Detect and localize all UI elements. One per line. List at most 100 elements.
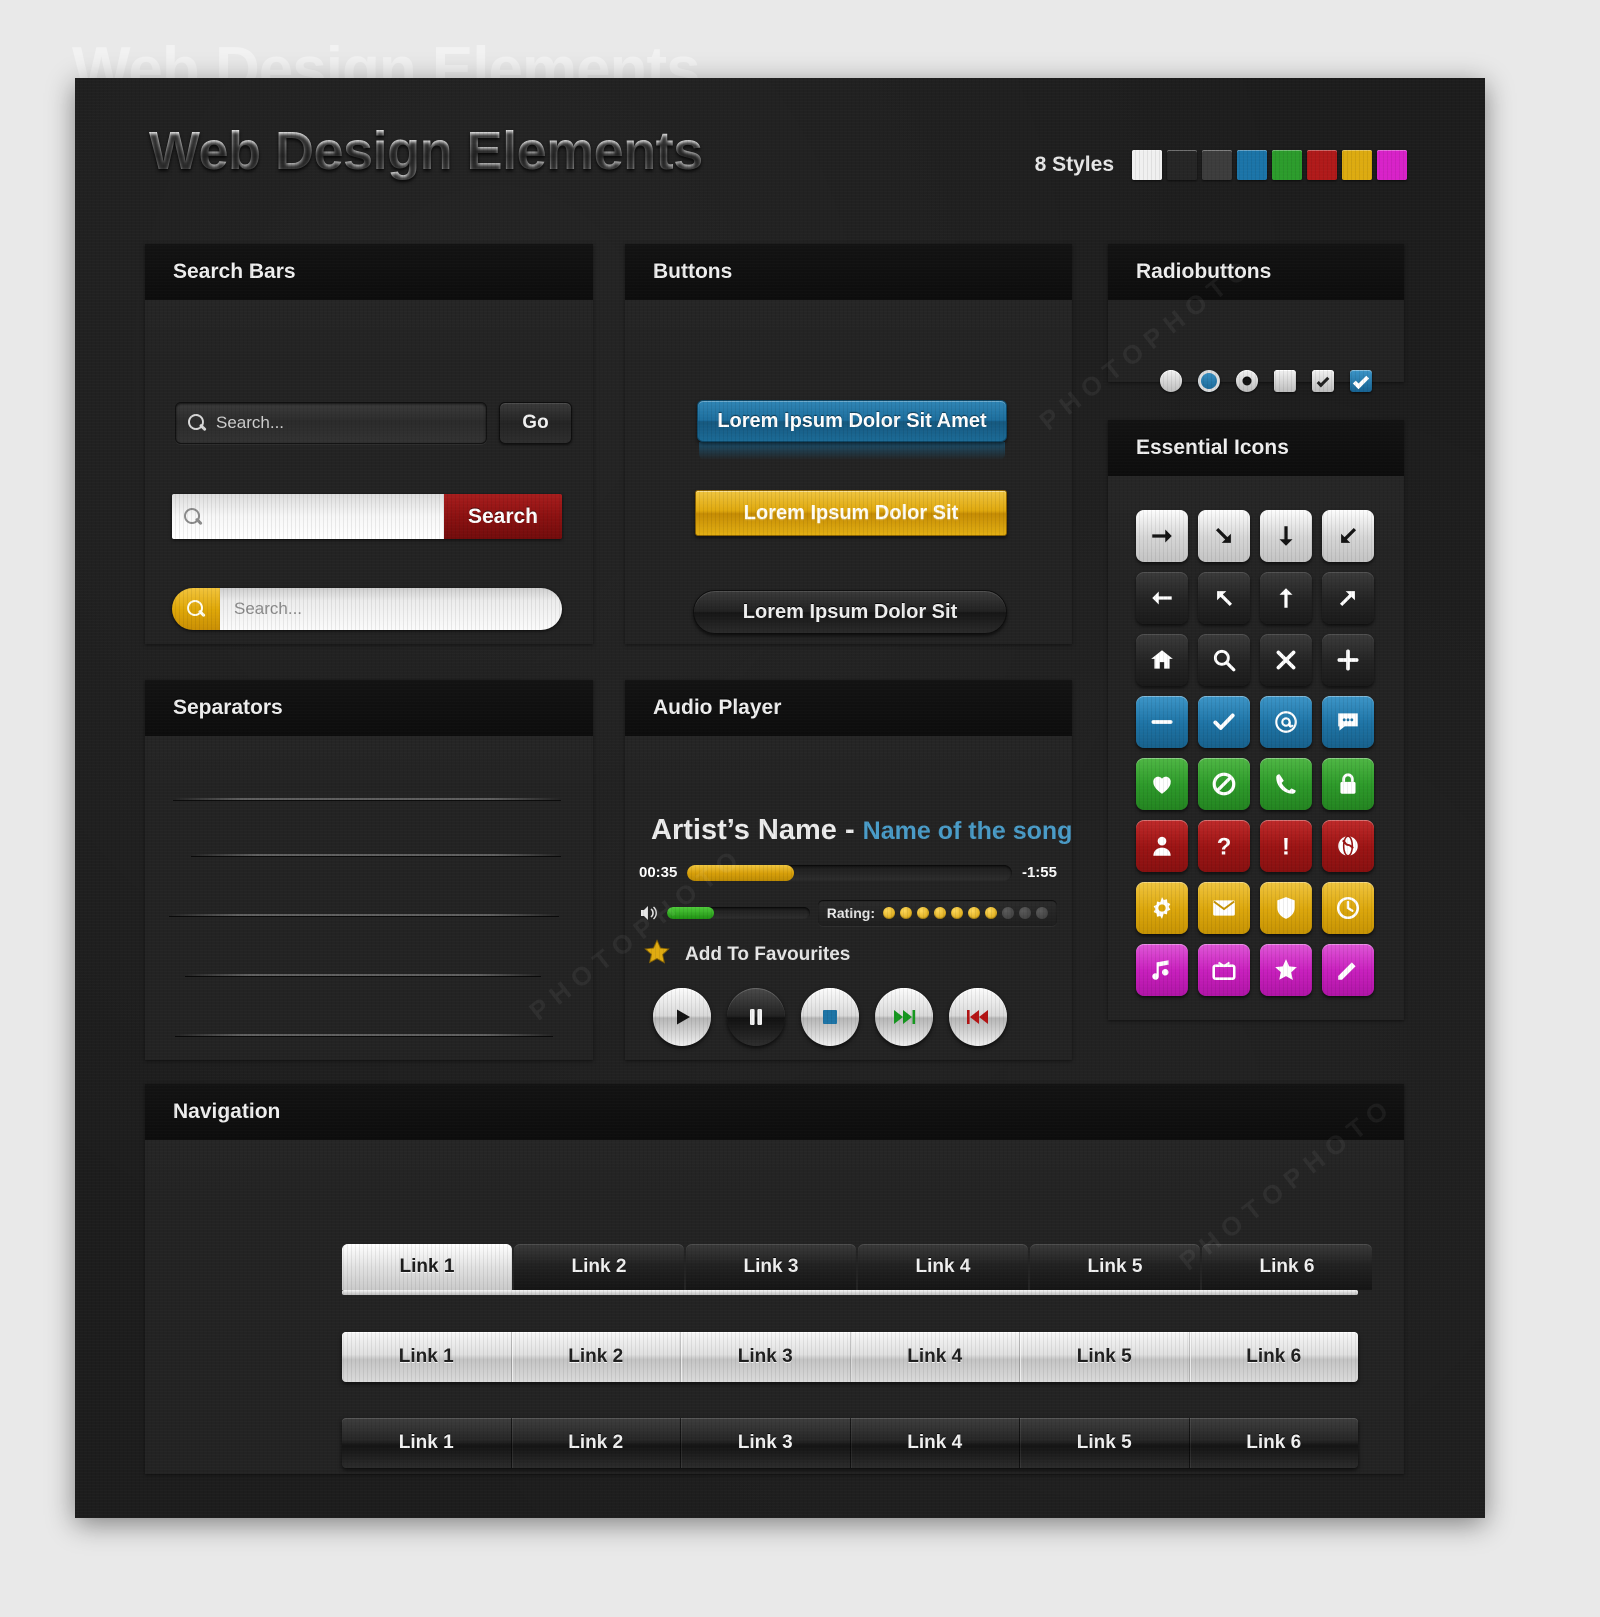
globe-icon[interactable] (1322, 820, 1374, 872)
svg-text:!: ! (1282, 834, 1290, 859)
style-swatch-4[interactable] (1237, 150, 1267, 180)
nav-dark-link-5[interactable]: Link 5 (1020, 1418, 1190, 1468)
search-input-light[interactable] (172, 494, 444, 539)
style-swatch-7[interactable] (1342, 150, 1372, 180)
style-swatch-6[interactable] (1307, 150, 1337, 180)
previous-button[interactable] (949, 988, 1007, 1046)
gear-icon[interactable] (1136, 882, 1188, 934)
pause-button[interactable] (727, 988, 785, 1046)
nav-tab-1[interactable]: Link 1 (342, 1244, 512, 1290)
rating-dot[interactable] (985, 907, 997, 919)
rating-dot[interactable] (1036, 907, 1048, 919)
style-swatch-2[interactable] (1167, 150, 1197, 180)
stop-button[interactable] (801, 988, 859, 1046)
forbidden-icon[interactable] (1198, 758, 1250, 810)
star-icon (643, 938, 671, 971)
question-mark-icon[interactable]: ? (1198, 820, 1250, 872)
nav-tab-3[interactable]: Link 3 (686, 1244, 856, 1290)
checkbox-checked-light[interactable] (1312, 370, 1334, 392)
exclamation-mark-icon[interactable]: ! (1260, 820, 1312, 872)
arrow-down-icon[interactable] (1260, 510, 1312, 562)
television-icon[interactable] (1198, 944, 1250, 996)
check-icon (1352, 372, 1370, 389)
at-icon[interactable] (1260, 696, 1312, 748)
seek-bar[interactable] (687, 864, 1012, 881)
checkbox-unchecked-light[interactable] (1274, 370, 1296, 392)
nav-light-link-5[interactable]: Link 5 (1020, 1332, 1190, 1382)
nav-light-link-4[interactable]: Link 4 (851, 1332, 1020, 1382)
user-icon[interactable] (1136, 820, 1188, 872)
chat-bubble-icon[interactable] (1322, 696, 1374, 748)
pencil-icon[interactable] (1322, 944, 1374, 996)
rating-dot[interactable] (934, 907, 946, 919)
envelope-icon[interactable] (1198, 882, 1250, 934)
primary-gold-button[interactable]: Lorem Ipsum Dolor Sit (695, 490, 1007, 536)
checkbox-checked-blue[interactable] (1350, 370, 1372, 392)
speaker-icon[interactable] (639, 904, 659, 922)
nav-dark-link-3[interactable]: Link 3 (681, 1418, 851, 1468)
rating-dot[interactable] (900, 907, 912, 919)
primary-dark-button[interactable]: Lorem Ipsum Dolor Sit (693, 590, 1007, 634)
star-icon[interactable] (1260, 944, 1312, 996)
heart-icon[interactable] (1136, 758, 1188, 810)
nav-dark-link-4[interactable]: Link 4 (851, 1418, 1020, 1468)
search-input-rounded[interactable]: Search... (220, 588, 562, 630)
nav-tab-5[interactable]: Link 5 (1030, 1244, 1200, 1290)
style-swatch-8[interactable] (1377, 150, 1407, 180)
plus-icon[interactable] (1322, 634, 1374, 686)
rating-dot[interactable] (951, 907, 963, 919)
nav-light-link-2[interactable]: Link 2 (512, 1332, 681, 1382)
style-swatch-list[interactable] (1132, 150, 1407, 180)
arrow-up-right-icon[interactable] (1322, 572, 1374, 624)
style-swatch-5[interactable] (1272, 150, 1302, 180)
rating-dot[interactable] (917, 907, 929, 919)
arrow-up-icon[interactable] (1260, 572, 1312, 624)
style-swatch-1[interactable] (1132, 150, 1162, 180)
minus-icon[interactable] (1136, 696, 1188, 748)
arrow-up-left-icon[interactable] (1198, 572, 1250, 624)
radio-selected-light[interactable] (1236, 370, 1258, 392)
navigation-bar-light: Link 1 Link 2 Link 3 Link 4 Link 5 Link 6 (342, 1332, 1358, 1382)
play-button[interactable] (653, 988, 711, 1046)
nav-light-link-6[interactable]: Link 6 (1190, 1332, 1359, 1382)
radio-unselected-light[interactable] (1160, 370, 1182, 392)
arrow-left-icon[interactable] (1136, 572, 1188, 624)
volume-slider[interactable] (667, 907, 810, 919)
check-icon (1316, 374, 1330, 387)
search-icon[interactable] (1198, 634, 1250, 686)
rating-dot[interactable] (1002, 907, 1014, 919)
go-button[interactable]: Go (499, 402, 572, 444)
nav-light-link-1[interactable]: Link 1 (342, 1332, 512, 1382)
search-input-rounded-placeholder: Search... (234, 599, 303, 618)
style-swatch-3[interactable] (1202, 150, 1232, 180)
radio-selected-blue[interactable] (1198, 370, 1220, 392)
arrow-right-icon[interactable] (1136, 510, 1188, 562)
phone-icon[interactable] (1260, 758, 1312, 810)
nav-tab-4[interactable]: Link 4 (858, 1244, 1028, 1290)
rating-dot[interactable] (883, 907, 895, 919)
check-icon[interactable] (1198, 696, 1250, 748)
clock-icon[interactable] (1322, 882, 1374, 934)
nav-dark-link-1[interactable]: Link 1 (342, 1418, 512, 1468)
close-icon[interactable] (1260, 634, 1312, 686)
add-to-favourites-button[interactable]: Add To Favourites (643, 938, 850, 971)
nav-dark-link-6[interactable]: Link 6 (1190, 1418, 1359, 1468)
arrow-down-left-icon[interactable] (1322, 510, 1374, 562)
styles-selector: 8 Styles (1035, 150, 1407, 180)
home-icon[interactable] (1136, 634, 1188, 686)
nav-tab-2[interactable]: Link 2 (514, 1244, 684, 1290)
primary-blue-button[interactable]: Lorem Ipsum Dolor Sit Amet (697, 400, 1007, 442)
search-input-dark[interactable]: Search... (175, 402, 487, 444)
nav-dark-link-2[interactable]: Link 2 (512, 1418, 681, 1468)
lock-icon[interactable] (1322, 758, 1374, 810)
arrow-down-right-icon[interactable] (1198, 510, 1250, 562)
rating-dot[interactable] (968, 907, 980, 919)
next-button[interactable] (875, 988, 933, 1046)
shield-icon[interactable] (1260, 882, 1312, 934)
nav-tab-6[interactable]: Link 6 (1202, 1244, 1372, 1290)
music-note-icon[interactable] (1136, 944, 1188, 996)
rating-control[interactable]: Rating: (817, 900, 1057, 926)
rating-dot[interactable] (1019, 907, 1031, 919)
nav-light-link-3[interactable]: Link 3 (681, 1332, 851, 1382)
search-button-red[interactable]: Search (444, 494, 562, 539)
